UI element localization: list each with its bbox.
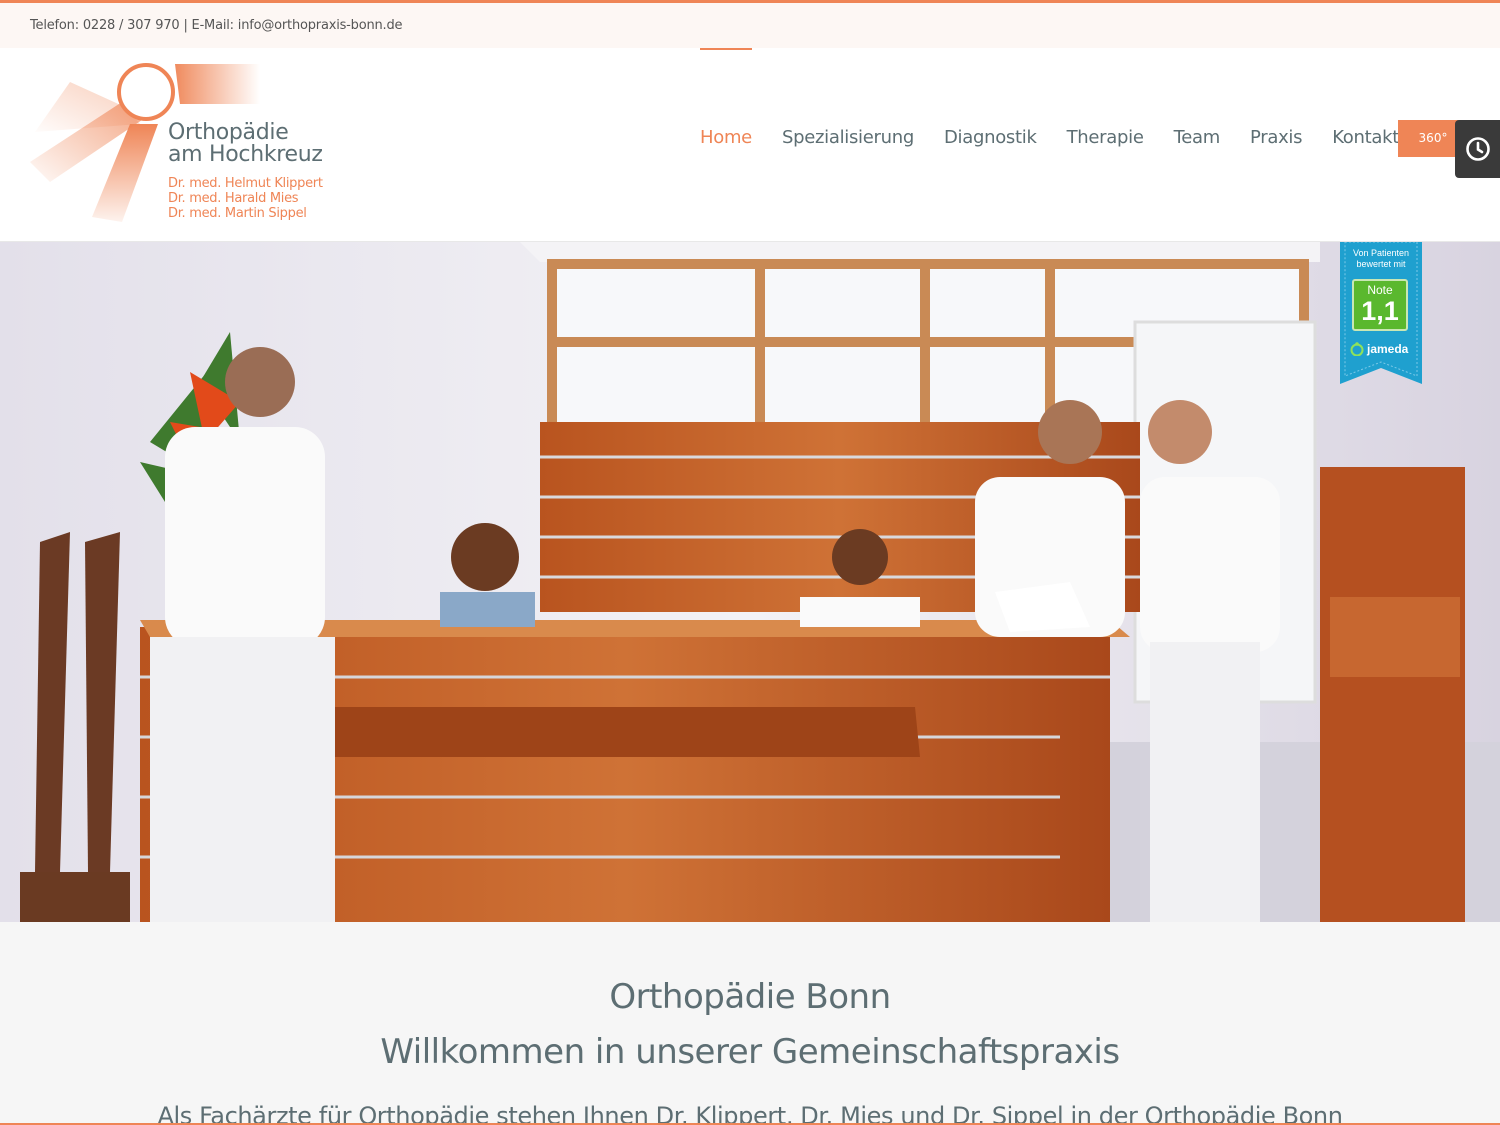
- welcome-intro-text: Als Fachärzte für Orthopädie stehen Ihne…: [157, 1102, 1343, 1125]
- badge-brand: jameda: [1350, 342, 1416, 356]
- badge-caption-line1: Von Patienten: [1352, 248, 1410, 258]
- welcome-section: Orthopädie Bonn Willkommen in unserer Ge…: [0, 922, 1500, 1125]
- badge-brand-label: jameda: [1367, 342, 1409, 356]
- doctor-name: Dr. med. Helmut Klippert: [168, 176, 323, 191]
- doctor-name: Dr. med. Harald Mies: [168, 191, 299, 206]
- badge-caption: Von Patienten bewertet mit: [1340, 248, 1422, 270]
- main-nav: Home Spezialisierung Diagnostik Therapie…: [685, 48, 1414, 242]
- top-bar: Telefon: 0228 / 307 970 | E-Mail: info@o…: [0, 0, 1500, 48]
- badge-caption-line2: bewertet mit: [1356, 259, 1406, 269]
- reception-photo: [0, 242, 1500, 922]
- nav-item-therapie[interactable]: Therapie: [1052, 48, 1159, 228]
- site-header: Orthopädie am Hochkreuz Dr. med. Helmut …: [0, 48, 1500, 242]
- nav-item-team[interactable]: Team: [1159, 48, 1235, 228]
- logo-title-line1: Orthopädie: [168, 120, 289, 145]
- opening-hours-tab[interactable]: [1455, 120, 1500, 178]
- logo-title-line2: am Hochkreuz: [168, 142, 323, 167]
- clock-icon: [1465, 137, 1490, 161]
- site-logo[interactable]: Orthopädie am Hochkreuz Dr. med. Helmut …: [30, 62, 340, 232]
- nav-item-praxis[interactable]: Praxis: [1235, 48, 1317, 228]
- jameda-badge[interactable]: Von Patienten bewertet mit Note 1,1 jame…: [1340, 242, 1422, 384]
- contact-info: Telefon: 0228 / 307 970 | E-Mail: info@o…: [30, 18, 403, 33]
- badge-grade-box: Note 1,1: [1352, 279, 1408, 331]
- doctor-name: Dr. med. Martin Sippel: [168, 206, 307, 221]
- hero-image: [0, 242, 1500, 922]
- nav-item-home[interactable]: Home: [685, 48, 767, 228]
- welcome-heading-line2: Willkommen in unserer Gemeinschaftspraxi…: [380, 1032, 1120, 1072]
- nav-item-diagnostik[interactable]: Diagnostik: [929, 48, 1052, 228]
- badge-grade: 1,1: [1361, 296, 1399, 326]
- badge-note-label: Note: [1367, 283, 1393, 297]
- logo-doctors: Dr. med. Helmut Klippert Dr. med. Harald…: [168, 176, 323, 221]
- welcome-heading-line1: Orthopädie Bonn: [609, 977, 891, 1017]
- jameda-logo-icon: [1350, 342, 1364, 356]
- nav-item-spezialisierung[interactable]: Spezialisierung: [767, 48, 929, 228]
- logo-text: Orthopädie am Hochkreuz Dr. med. Helmut …: [168, 120, 323, 222]
